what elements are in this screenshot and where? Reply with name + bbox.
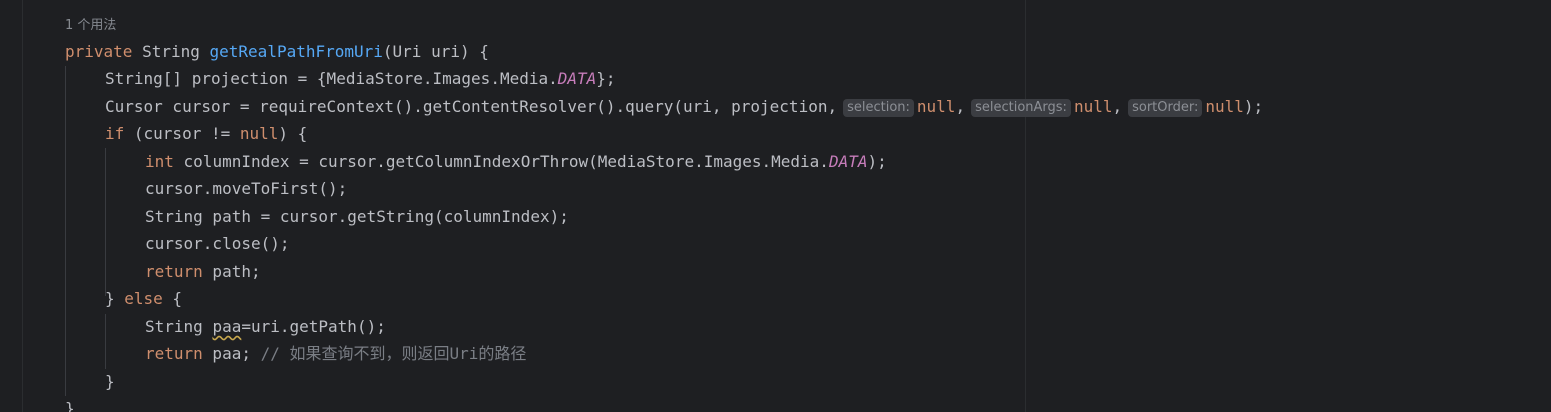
code-text: } — [105, 372, 115, 391]
keyword: return — [145, 262, 203, 281]
keyword: null — [1205, 97, 1244, 116]
code-text: columnIndex = cursor.getColumnIndexOrThr… — [173, 152, 829, 171]
code-comment: // 如果查询不到，则返回Uri的路径 — [260, 344, 527, 363]
code-line-move-to-first[interactable]: cursor.moveToFirst(); — [145, 178, 347, 200]
code-line-paa[interactable]: String paa=uri.getPath(); — [145, 316, 386, 338]
code-text: { — [162, 289, 183, 308]
code-text: String — [145, 317, 213, 336]
code-text: , — [955, 97, 966, 116]
keyword: null — [916, 97, 956, 116]
code-text: } — [105, 289, 125, 308]
code-line-else[interactable]: } else { — [105, 288, 182, 310]
code-text: }; — [596, 69, 616, 88]
code-line-close-brace[interactable]: } — [105, 371, 115, 393]
code-text: (cursor != — [124, 124, 240, 143]
indent-guide — [105, 148, 106, 296]
keyword: private — [65, 42, 133, 61]
code-text: ); — [867, 152, 887, 171]
code-editor[interactable]: 1 个用法 private String getRealPathFromUri(… — [0, 0, 1551, 412]
variable-warning[interactable]: paa — [212, 317, 241, 336]
code-line-method-signature[interactable]: private String getRealPathFromUri(Uri ur… — [65, 41, 489, 63]
keyword: return — [145, 344, 203, 363]
code-text: cursor.close(); — [145, 234, 290, 253]
keyword: null — [239, 124, 279, 143]
code-text: ); — [1243, 97, 1264, 116]
right-margin-guide — [1025, 0, 1026, 412]
param-hint-selection-args: selectionArgs: — [971, 99, 1071, 117]
code-text: String path = cursor.getString(columnInd… — [145, 207, 569, 226]
code-line-method-end[interactable]: } — [65, 398, 75, 412]
code-line-close[interactable]: cursor.close(); — [145, 233, 290, 255]
code-text: paa; — [202, 344, 261, 363]
code-line-projection[interactable]: String[] projection = {MediaStore.Images… — [105, 68, 616, 90]
keyword: null — [1073, 97, 1113, 116]
keyword: if — [105, 124, 125, 143]
keyword: int — [145, 152, 174, 171]
code-text: (Uri uri) { — [382, 42, 489, 61]
code-line-query[interactable]: Cursor cursor = requireContext().getCont… — [105, 96, 1263, 118]
param-hint-selection: selection: — [843, 99, 914, 117]
code-text: String[] projection = {MediaStore.Images… — [105, 69, 558, 88]
param-hint-sort-order: sortOrder: — [1128, 99, 1203, 117]
constant: DATA — [828, 152, 868, 171]
code-line-column-index[interactable]: int columnIndex = cursor.getColumnIndexO… — [145, 151, 887, 173]
code-text: =uri.getPath(); — [241, 317, 386, 336]
code-text: } — [65, 399, 75, 412]
method-name[interactable]: getRealPathFromUri — [210, 42, 383, 61]
code-text: cursor.moveToFirst(); — [145, 179, 348, 198]
code-line-return-path[interactable]: return path; — [145, 261, 261, 283]
constant: DATA — [557, 69, 597, 88]
code-line-return-paa[interactable]: return paa; // 如果查询不到，则返回Uri的路径 — [145, 343, 526, 365]
type-name: String — [142, 42, 200, 61]
code-text: path; — [202, 262, 261, 281]
code-text: Cursor cursor = requireContext().getCont… — [105, 97, 838, 116]
usage-count-hint[interactable]: 1 个用法 — [65, 14, 116, 33]
code-text: ) { — [278, 124, 308, 143]
indent-guide — [105, 314, 106, 369]
keyword: else — [124, 289, 163, 308]
code-text: , — [1112, 97, 1123, 116]
gutter-divider — [22, 0, 23, 412]
indent-guide — [65, 66, 66, 396]
code-line-get-string[interactable]: String path = cursor.getString(columnInd… — [145, 206, 569, 228]
code-line-if[interactable]: if (cursor != null) { — [105, 123, 307, 145]
